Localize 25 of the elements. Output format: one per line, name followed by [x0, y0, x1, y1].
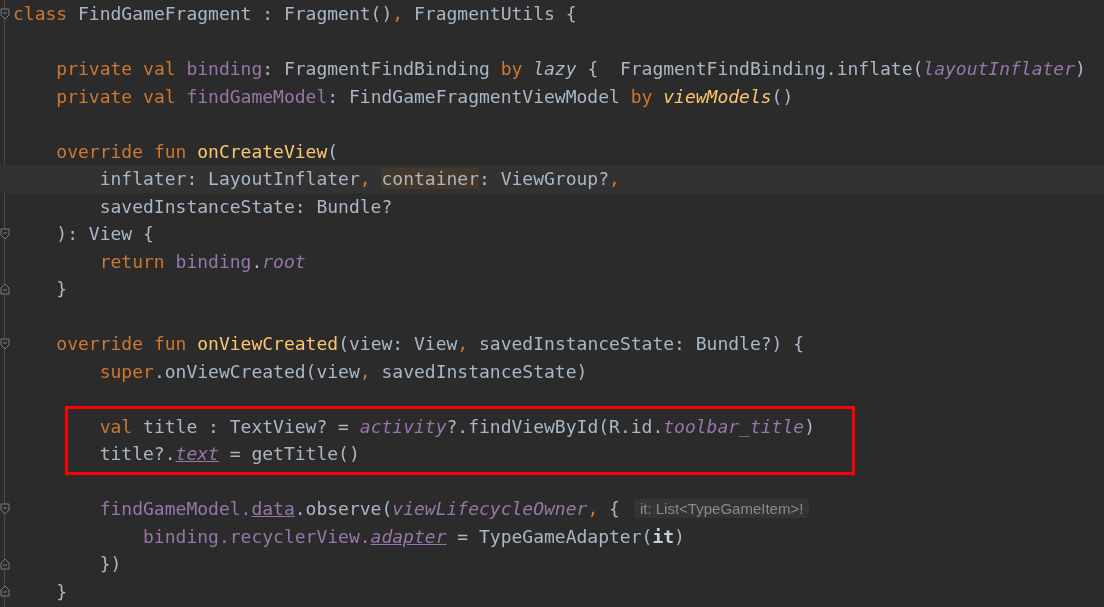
- code-line: class FindGameFragment : Fragment(), FragmentUtils {: [13, 2, 577, 26]
- code-line: }: [55, 277, 68, 301]
- code-line: private val findGameModel: FindGameFragmentViewModel by viewModels(): [55, 84, 794, 109]
- fold-marker-icon[interactable]: [0, 227, 10, 240]
- code-line: override fun onViewCreated(view: View, savedInstanceState: Bundle?) {: [55, 332, 805, 356]
- code-line: }): [98, 552, 122, 576]
- code-line: binding.recyclerView.adapter = TypeGameAdapter(it): [142, 524, 685, 549]
- code-line: inflater: LayoutInflater, container: ViewGroup?,: [98, 167, 620, 191]
- code-line: ): View {: [55, 222, 154, 246]
- code-line: savedInstanceState: Bundle?: [98, 194, 393, 219]
- code-line: override fun onCreateView(: [55, 139, 339, 164]
- code-line: super.onViewCreated(view, savedInstanceState): [98, 359, 588, 384]
- fold-marker-icon[interactable]: [0, 337, 10, 350]
- inlay-hint: it: List<TypeGameItem>!: [633, 499, 810, 519]
- fold-marker-icon[interactable]: [0, 282, 10, 295]
- code-line: findGameModel.data.observe(viewLifecycleOwner, {: [98, 497, 620, 521]
- code-line: }: [55, 579, 68, 604]
- fold-marker-icon[interactable]: [0, 502, 10, 515]
- code-line: private val binding: FragmentFindBinding by lazy { FragmentFindBinding.inflate(layoutInflater): [55, 57, 1086, 81]
- fold-marker-icon[interactable]: [0, 585, 10, 598]
- fold-marker-icon[interactable]: [0, 7, 10, 20]
- code-line: title?.text = getTitle(): [98, 442, 360, 466]
- code-line: val title : TextView? = activity?.findViewById(R.id.toolbar_title): [98, 414, 815, 439]
- code-line: return binding.root: [98, 249, 306, 274]
- fold-marker-icon[interactable]: [0, 557, 10, 570]
